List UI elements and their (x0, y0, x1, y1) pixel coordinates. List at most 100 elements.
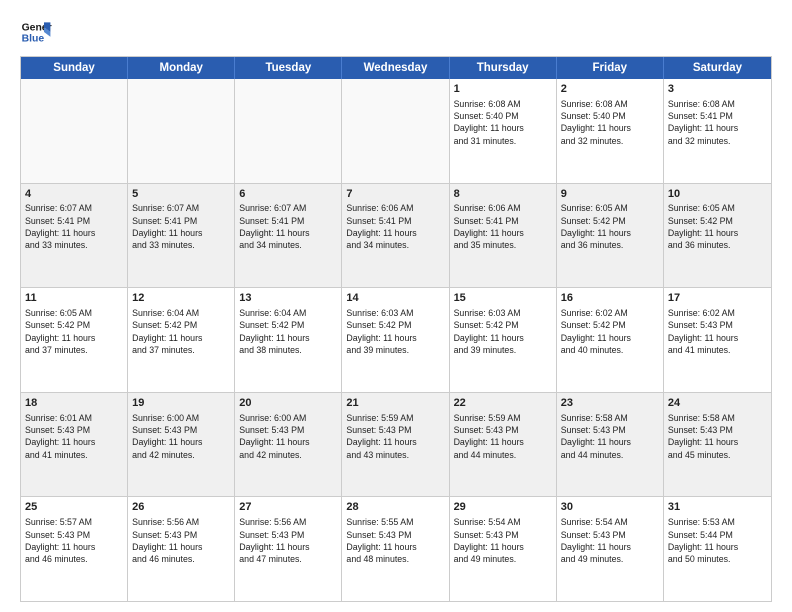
calendar-cell-day: 2Sunrise: 6:08 AM Sunset: 5:40 PM Daylig… (557, 79, 664, 183)
calendar-cell-day: 1Sunrise: 6:08 AM Sunset: 5:40 PM Daylig… (450, 79, 557, 183)
day-number: 16 (561, 291, 659, 306)
calendar-cell-day: 26Sunrise: 5:56 AM Sunset: 5:43 PM Dayli… (128, 497, 235, 601)
day-number: 2 (561, 82, 659, 97)
day-info: Sunrise: 6:02 AM Sunset: 5:42 PM Dayligh… (561, 307, 659, 356)
calendar-cell-day: 13Sunrise: 6:04 AM Sunset: 5:42 PM Dayli… (235, 288, 342, 392)
calendar-cell-day: 24Sunrise: 5:58 AM Sunset: 5:43 PM Dayli… (664, 393, 771, 497)
calendar-cell-day: 6Sunrise: 6:07 AM Sunset: 5:41 PM Daylig… (235, 184, 342, 288)
day-info: Sunrise: 6:07 AM Sunset: 5:41 PM Dayligh… (25, 202, 123, 251)
day-info: Sunrise: 6:06 AM Sunset: 5:41 PM Dayligh… (454, 202, 552, 251)
calendar-cell-day: 5Sunrise: 6:07 AM Sunset: 5:41 PM Daylig… (128, 184, 235, 288)
calendar-cell-day: 11Sunrise: 6:05 AM Sunset: 5:42 PM Dayli… (21, 288, 128, 392)
day-number: 7 (346, 187, 444, 202)
day-info: Sunrise: 5:54 AM Sunset: 5:43 PM Dayligh… (561, 516, 659, 565)
calendar-cell-empty (235, 79, 342, 183)
day-number: 8 (454, 187, 552, 202)
day-info: Sunrise: 5:54 AM Sunset: 5:43 PM Dayligh… (454, 516, 552, 565)
day-info: Sunrise: 5:56 AM Sunset: 5:43 PM Dayligh… (239, 516, 337, 565)
calendar-header: SundayMondayTuesdayWednesdayThursdayFrid… (21, 57, 771, 79)
calendar-cell-day: 7Sunrise: 6:06 AM Sunset: 5:41 PM Daylig… (342, 184, 449, 288)
calendar-cell-day: 30Sunrise: 5:54 AM Sunset: 5:43 PM Dayli… (557, 497, 664, 601)
calendar-cell-day: 15Sunrise: 6:03 AM Sunset: 5:42 PM Dayli… (450, 288, 557, 392)
day-number: 27 (239, 500, 337, 515)
day-number: 25 (25, 500, 123, 515)
day-number: 28 (346, 500, 444, 515)
day-number: 11 (25, 291, 123, 306)
day-info: Sunrise: 6:03 AM Sunset: 5:42 PM Dayligh… (454, 307, 552, 356)
calendar-cell-day: 21Sunrise: 5:59 AM Sunset: 5:43 PM Dayli… (342, 393, 449, 497)
day-info: Sunrise: 5:58 AM Sunset: 5:43 PM Dayligh… (561, 412, 659, 461)
calendar-week-row: 1Sunrise: 6:08 AM Sunset: 5:40 PM Daylig… (21, 79, 771, 184)
day-info: Sunrise: 6:07 AM Sunset: 5:41 PM Dayligh… (132, 202, 230, 251)
calendar-cell-day: 17Sunrise: 6:02 AM Sunset: 5:43 PM Dayli… (664, 288, 771, 392)
calendar-header-cell: Tuesday (235, 57, 342, 79)
day-number: 22 (454, 396, 552, 411)
day-number: 12 (132, 291, 230, 306)
calendar-cell-empty (128, 79, 235, 183)
day-info: Sunrise: 6:08 AM Sunset: 5:40 PM Dayligh… (454, 98, 552, 147)
day-info: Sunrise: 6:06 AM Sunset: 5:41 PM Dayligh… (346, 202, 444, 251)
calendar: SundayMondayTuesdayWednesdayThursdayFrid… (20, 56, 772, 602)
day-number: 10 (668, 187, 767, 202)
day-info: Sunrise: 5:55 AM Sunset: 5:43 PM Dayligh… (346, 516, 444, 565)
day-number: 21 (346, 396, 444, 411)
page: General Blue SundayMondayTuesdayWednesda… (0, 0, 792, 612)
day-number: 17 (668, 291, 767, 306)
calendar-week-row: 18Sunrise: 6:01 AM Sunset: 5:43 PM Dayli… (21, 393, 771, 498)
calendar-cell-day: 20Sunrise: 6:00 AM Sunset: 5:43 PM Dayli… (235, 393, 342, 497)
logo-icon: General Blue (20, 16, 52, 48)
day-info: Sunrise: 6:00 AM Sunset: 5:43 PM Dayligh… (132, 412, 230, 461)
calendar-header-cell: Wednesday (342, 57, 449, 79)
day-info: Sunrise: 6:08 AM Sunset: 5:40 PM Dayligh… (561, 98, 659, 147)
day-info: Sunrise: 6:00 AM Sunset: 5:43 PM Dayligh… (239, 412, 337, 461)
day-info: Sunrise: 6:05 AM Sunset: 5:42 PM Dayligh… (561, 202, 659, 251)
calendar-cell-day: 9Sunrise: 6:05 AM Sunset: 5:42 PM Daylig… (557, 184, 664, 288)
calendar-cell-day: 29Sunrise: 5:54 AM Sunset: 5:43 PM Dayli… (450, 497, 557, 601)
day-info: Sunrise: 6:08 AM Sunset: 5:41 PM Dayligh… (668, 98, 767, 147)
day-info: Sunrise: 5:58 AM Sunset: 5:43 PM Dayligh… (668, 412, 767, 461)
day-number: 31 (668, 500, 767, 515)
calendar-cell-day: 4Sunrise: 6:07 AM Sunset: 5:41 PM Daylig… (21, 184, 128, 288)
calendar-header-cell: Sunday (21, 57, 128, 79)
day-number: 5 (132, 187, 230, 202)
logo: General Blue (20, 16, 58, 48)
day-number: 23 (561, 396, 659, 411)
day-info: Sunrise: 6:05 AM Sunset: 5:42 PM Dayligh… (25, 307, 123, 356)
calendar-cell-day: 10Sunrise: 6:05 AM Sunset: 5:42 PM Dayli… (664, 184, 771, 288)
day-number: 29 (454, 500, 552, 515)
calendar-cell-day: 18Sunrise: 6:01 AM Sunset: 5:43 PM Dayli… (21, 393, 128, 497)
calendar-week-row: 11Sunrise: 6:05 AM Sunset: 5:42 PM Dayli… (21, 288, 771, 393)
day-number: 30 (561, 500, 659, 515)
day-info: Sunrise: 5:53 AM Sunset: 5:44 PM Dayligh… (668, 516, 767, 565)
calendar-cell-day: 28Sunrise: 5:55 AM Sunset: 5:43 PM Dayli… (342, 497, 449, 601)
day-number: 9 (561, 187, 659, 202)
day-info: Sunrise: 5:59 AM Sunset: 5:43 PM Dayligh… (346, 412, 444, 461)
day-info: Sunrise: 5:56 AM Sunset: 5:43 PM Dayligh… (132, 516, 230, 565)
calendar-cell-day: 12Sunrise: 6:04 AM Sunset: 5:42 PM Dayli… (128, 288, 235, 392)
calendar-cell-day: 22Sunrise: 5:59 AM Sunset: 5:43 PM Dayli… (450, 393, 557, 497)
calendar-cell-day: 31Sunrise: 5:53 AM Sunset: 5:44 PM Dayli… (664, 497, 771, 601)
calendar-cell-day: 16Sunrise: 6:02 AM Sunset: 5:42 PM Dayli… (557, 288, 664, 392)
calendar-cell-day: 23Sunrise: 5:58 AM Sunset: 5:43 PM Dayli… (557, 393, 664, 497)
header: General Blue (20, 16, 772, 48)
calendar-week-row: 25Sunrise: 5:57 AM Sunset: 5:43 PM Dayli… (21, 497, 771, 601)
calendar-cell-day: 8Sunrise: 6:06 AM Sunset: 5:41 PM Daylig… (450, 184, 557, 288)
svg-text:Blue: Blue (22, 34, 45, 45)
calendar-cell-day: 25Sunrise: 5:57 AM Sunset: 5:43 PM Dayli… (21, 497, 128, 601)
day-info: Sunrise: 6:03 AM Sunset: 5:42 PM Dayligh… (346, 307, 444, 356)
calendar-header-cell: Monday (128, 57, 235, 79)
day-info: Sunrise: 6:02 AM Sunset: 5:43 PM Dayligh… (668, 307, 767, 356)
day-info: Sunrise: 6:05 AM Sunset: 5:42 PM Dayligh… (668, 202, 767, 251)
day-number: 1 (454, 82, 552, 97)
day-number: 13 (239, 291, 337, 306)
day-number: 19 (132, 396, 230, 411)
day-number: 26 (132, 500, 230, 515)
calendar-cell-day: 3Sunrise: 6:08 AM Sunset: 5:41 PM Daylig… (664, 79, 771, 183)
calendar-body: 1Sunrise: 6:08 AM Sunset: 5:40 PM Daylig… (21, 79, 771, 601)
calendar-cell-day: 27Sunrise: 5:56 AM Sunset: 5:43 PM Dayli… (235, 497, 342, 601)
day-info: Sunrise: 6:07 AM Sunset: 5:41 PM Dayligh… (239, 202, 337, 251)
day-info: Sunrise: 5:57 AM Sunset: 5:43 PM Dayligh… (25, 516, 123, 565)
calendar-cell-day: 19Sunrise: 6:00 AM Sunset: 5:43 PM Dayli… (128, 393, 235, 497)
calendar-header-cell: Thursday (450, 57, 557, 79)
calendar-cell-empty (342, 79, 449, 183)
